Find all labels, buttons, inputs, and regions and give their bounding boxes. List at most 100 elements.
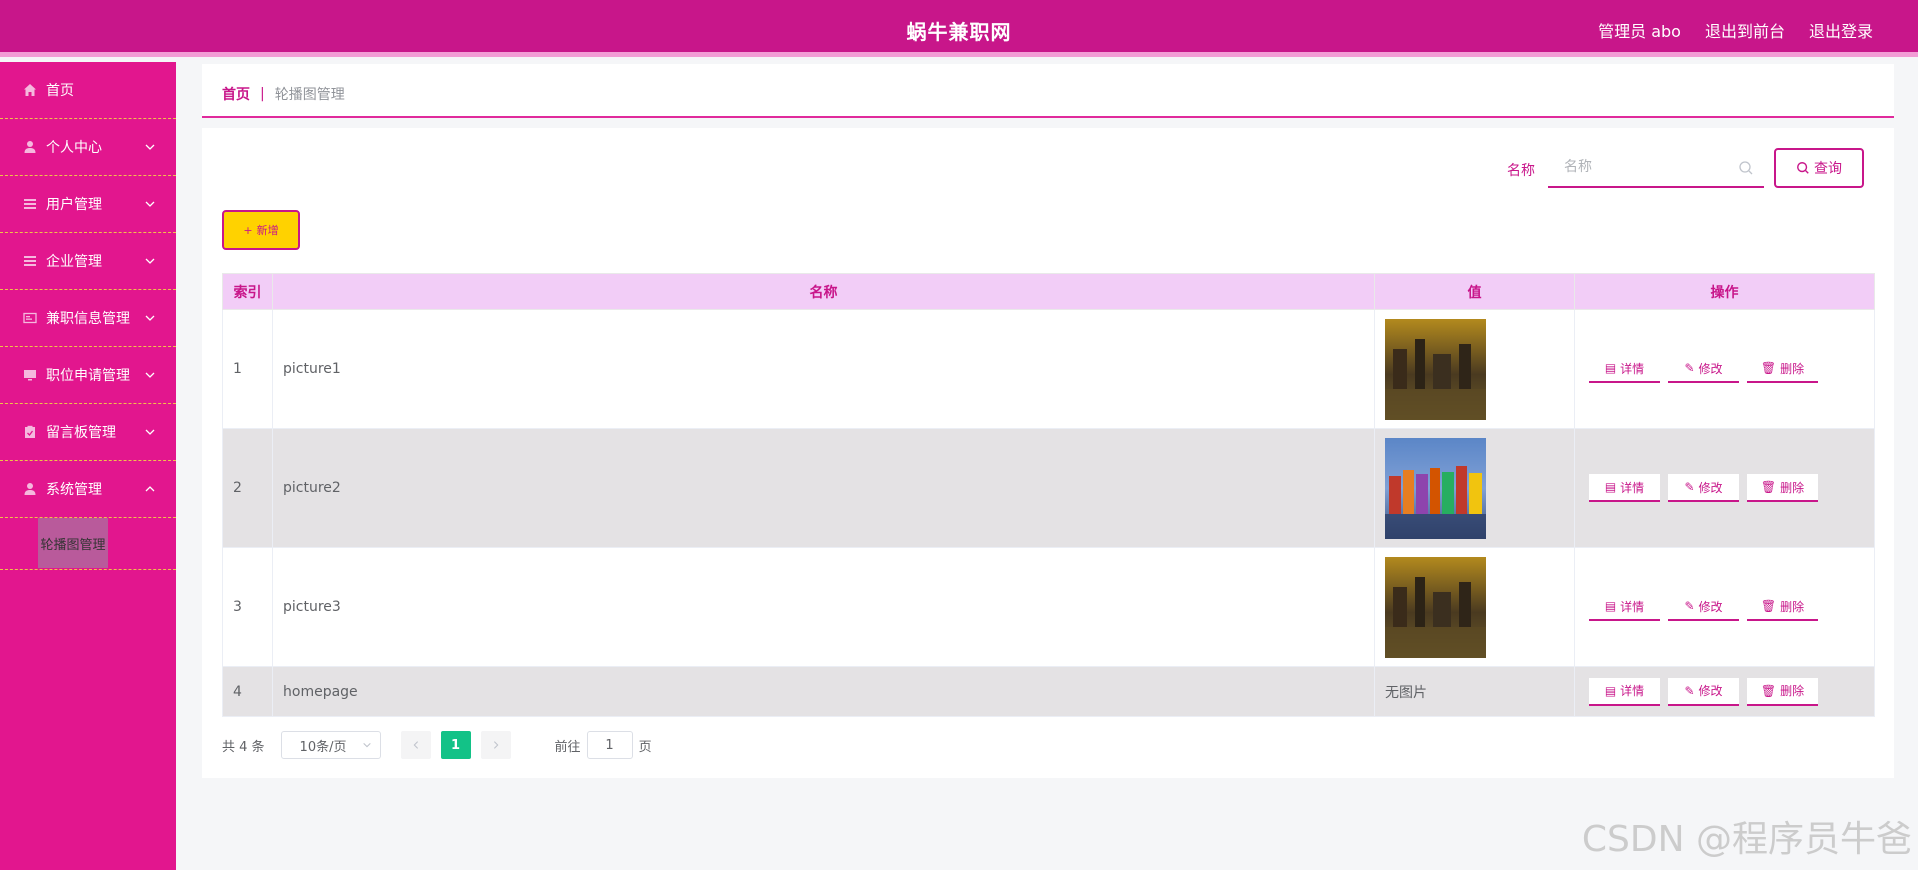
delete-button[interactable]: 🗑 删除	[1747, 677, 1818, 706]
trash-icon: 🗑	[1760, 683, 1777, 698]
cell-actions: ▤ 详情 ✎ 修改 🗑 删除	[1574, 309, 1875, 429]
column-header-value: 值	[1374, 273, 1575, 310]
detail-button-label: 详情	[1620, 361, 1645, 376]
chevron-up-icon	[145, 486, 155, 492]
edit-button[interactable]: ✎ 修改	[1668, 355, 1739, 383]
document-icon: ▤	[1604, 361, 1617, 375]
admin-label[interactable]: 管理员 abo	[1598, 18, 1681, 42]
cell-name: picture2	[272, 428, 1375, 548]
sidebar-item-label: 首页	[46, 83, 74, 99]
sidebar-item-label: 兼职信息管理	[46, 311, 130, 327]
top-bar: 蜗牛兼职网 管理员 abo 退出到前台 退出登录	[0, 0, 1918, 57]
search-label: 名称	[1507, 163, 1535, 179]
search-input[interactable]	[1548, 148, 1764, 188]
cell-value: 无图片	[1374, 666, 1575, 717]
submenu-system: 轮播图管理	[0, 518, 176, 570]
edit-button-label: 修改	[1698, 361, 1723, 376]
cell-name: picture3	[272, 547, 1375, 667]
edit-button[interactable]: ✎ 修改	[1668, 677, 1739, 706]
detail-button[interactable]: ▤ 详情	[1589, 677, 1660, 706]
sidebar-item-label: 个人中心	[46, 140, 102, 156]
add-button[interactable]: + 新增	[222, 210, 300, 250]
edit-icon: ✎	[1684, 480, 1695, 494]
chevron-left-icon	[413, 741, 418, 749]
cell-actions: ▤ 详情 ✎ 修改 🗑 删除	[1574, 428, 1875, 548]
detail-button[interactable]: ▤ 详情	[1589, 474, 1660, 502]
search-button[interactable]: 查询	[1774, 148, 1864, 188]
edit-button[interactable]: ✎ 修改	[1668, 593, 1739, 621]
home-icon	[22, 82, 38, 98]
pagination: 共 4 条 10条/页 1 前往 页	[222, 731, 652, 759]
sidebar-item-job-info-management[interactable]: 兼职信息管理	[0, 290, 176, 347]
delete-button-label: 删除	[1780, 361, 1805, 376]
sidebar-item-personal-center[interactable]: 个人中心	[0, 119, 176, 176]
sidebar-item-label: 职位申请管理	[46, 368, 130, 384]
sidebar-item-label: 企业管理	[46, 254, 102, 270]
chevron-down-icon	[145, 372, 155, 378]
sidebar-item-system-management[interactable]: 系统管理	[0, 461, 176, 518]
user-icon	[22, 139, 38, 155]
column-header-actions: 操作	[1574, 273, 1875, 310]
chevron-down-icon	[145, 315, 155, 321]
add-button-label: 新增	[256, 224, 279, 237]
table-row: 3 picture3 ▤ 详情 ✎ 修改 🗑 删除	[222, 547, 1875, 667]
delete-button[interactable]: 🗑 删除	[1747, 474, 1818, 502]
edit-icon: ✎	[1684, 599, 1695, 613]
chevron-down-icon	[145, 144, 155, 150]
page-size-select[interactable]: 10条/页	[280, 731, 381, 759]
data-table: 索引 名称 值 操作 1 picture1 ▤ 详情 ✎ 修改 🗑 删除 2 p…	[222, 273, 1875, 717]
sidebar-item-application-management[interactable]: 职位申请管理	[0, 347, 176, 404]
logout-link[interactable]: 退出登录	[1809, 18, 1873, 42]
delete-button[interactable]: 🗑 删除	[1747, 593, 1818, 621]
delete-button-label: 删除	[1780, 480, 1805, 495]
sidebar-item-label: 用户管理	[46, 197, 102, 213]
detail-button[interactable]: ▤ 详情	[1589, 355, 1660, 383]
chevron-down-icon	[145, 201, 155, 207]
detail-button-label: 详情	[1620, 480, 1645, 495]
goto-suffix: 页	[638, 739, 652, 755]
table-row: 2 picture2 ▤ 详情 ✎ 修改 🗑 删除	[222, 428, 1875, 548]
delete-button-label: 删除	[1780, 599, 1805, 614]
list-icon	[22, 253, 38, 269]
search-icon	[1739, 161, 1753, 175]
cell-actions: ▤ 详情 ✎ 修改 🗑 删除	[1574, 666, 1875, 717]
prev-page-button[interactable]	[400, 731, 431, 759]
page-number-button[interactable]: 1	[440, 731, 471, 759]
sidebar: 首页 个人中心 用户管理 企业管理 兼职信息管理 职位申请管理 留言板管理 系统…	[0, 62, 176, 870]
card-icon	[22, 310, 38, 326]
detail-button-label: 详情	[1620, 684, 1645, 698]
chevron-right-icon	[493, 741, 498, 749]
goto-page: 前往 页	[555, 731, 652, 759]
sidebar-item-company-management[interactable]: 企业管理	[0, 233, 176, 290]
watermark: CSDN @程序员牛爸	[1581, 819, 1912, 860]
sidebar-item-user-management[interactable]: 用户管理	[0, 176, 176, 233]
next-page-button[interactable]	[480, 731, 511, 759]
detail-button-label: 详情	[1620, 599, 1645, 614]
content-panel: 名称 查询 + 新增 索引 名称 值 操作 1 picture1	[202, 128, 1894, 778]
column-header-index: 索引	[222, 273, 273, 310]
breadcrumb-home-link[interactable]: 首页	[222, 84, 250, 104]
back-to-front-link[interactable]: 退出到前台	[1705, 18, 1785, 42]
sidebar-item-label: 系统管理	[46, 482, 102, 498]
page-size-value: 10条/页	[299, 739, 347, 755]
plus-icon: +	[243, 223, 253, 237]
edit-button-label: 修改	[1698, 684, 1723, 698]
monitor-icon	[22, 367, 38, 383]
search-button-label: 查询	[1814, 161, 1842, 177]
breadcrumb-separator: |	[260, 86, 265, 102]
carousel-thumbnail	[1385, 556, 1486, 658]
edit-button[interactable]: ✎ 修改	[1668, 474, 1739, 502]
detail-button[interactable]: ▤ 详情	[1589, 593, 1660, 621]
edit-icon: ✎	[1684, 361, 1695, 375]
table-row: 1 picture1 ▤ 详情 ✎ 修改 🗑 删除	[222, 309, 1875, 429]
goto-prefix: 前往	[554, 739, 581, 755]
delete-button[interactable]: 🗑 删除	[1747, 355, 1818, 383]
cell-value	[1374, 547, 1575, 667]
trash-icon: 🗑	[1760, 480, 1777, 494]
sidebar-item-message-board[interactable]: 留言板管理	[0, 404, 176, 461]
sidebar-item-home[interactable]: 首页	[0, 62, 176, 119]
sidebar-item-carousel-management[interactable]: 轮播图管理	[38, 518, 108, 568]
breadcrumb: 首页 | 轮播图管理	[222, 84, 345, 104]
goto-page-input[interactable]	[586, 731, 633, 759]
cell-name: picture1	[272, 309, 1375, 429]
